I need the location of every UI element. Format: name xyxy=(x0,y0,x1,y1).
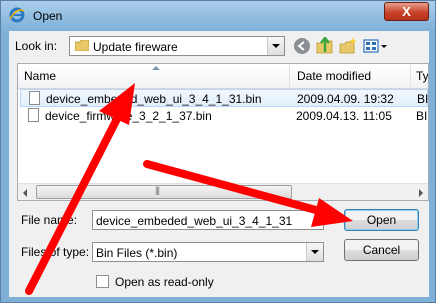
file-icon xyxy=(28,108,39,122)
column-header-date-modified[interactable]: Date modified xyxy=(297,69,371,83)
column-header-type[interactable]: Ty xyxy=(416,69,428,83)
file-name-label: File name: xyxy=(21,213,78,227)
open-dialog: Open X Look in: Update fireware Name Dat… xyxy=(0,0,436,303)
new-folder-icon[interactable] xyxy=(339,37,357,55)
column-header-name[interactable]: Name xyxy=(24,69,56,83)
scroll-right-icon[interactable] xyxy=(412,184,428,200)
file-type-label: Files of type: xyxy=(21,245,90,259)
cancel-button[interactable]: Cancel xyxy=(344,239,419,261)
file-name-input[interactable]: device_embeded_web_ui_3_4_1_31 xyxy=(92,210,324,230)
horizontal-scrollbar[interactable] xyxy=(18,183,428,200)
column-divider[interactable] xyxy=(289,64,290,88)
window-title: Open xyxy=(33,9,63,23)
read-only-checkbox[interactable] xyxy=(96,275,109,288)
look-in-value: Update fireware xyxy=(93,40,178,54)
up-folder-icon[interactable] xyxy=(316,37,334,55)
folder-icon xyxy=(75,40,89,51)
scrollbar-thumb[interactable] xyxy=(36,185,292,199)
file-icon xyxy=(29,91,40,105)
look-in-label: Look in: xyxy=(15,39,58,53)
file-type: BI xyxy=(417,92,429,106)
file-row[interactable]: device_firmware_3_2_1_37.bin 2009.04.13.… xyxy=(20,107,428,125)
file-row-selected[interactable]: device_embeded_web_ui_3_4_1_31.bin 2009.… xyxy=(20,89,428,107)
title-bar[interactable]: Open X xyxy=(1,1,435,31)
internet-explorer-icon xyxy=(9,7,25,23)
file-type: BI xyxy=(416,109,428,123)
file-date: 2009.04.09. 19:32 xyxy=(297,92,394,106)
column-headers: Name Date modified Ty xyxy=(18,64,428,89)
close-icon: X xyxy=(402,4,411,19)
close-button[interactable]: X xyxy=(384,2,429,21)
column-divider[interactable] xyxy=(410,64,411,88)
file-type-dropdown[interactable]: Bin Files (*.bin) xyxy=(92,242,324,262)
sort-ascending-icon xyxy=(152,66,160,70)
chevron-down-icon[interactable] xyxy=(267,37,284,55)
read-only-label: Open as read-only xyxy=(115,275,214,289)
look-in-dropdown[interactable]: Update fireware xyxy=(69,36,285,56)
view-menu-icon[interactable] xyxy=(363,37,389,55)
file-list: Name Date modified Ty device_embeded_web… xyxy=(17,63,429,201)
file-name-value: device_embeded_web_ui_3_4_1_31 xyxy=(96,214,293,228)
file-name: device_firmware_3_2_1_37.bin xyxy=(45,109,212,123)
file-name: device_embeded_web_ui_3_4_1_31.bin xyxy=(46,92,262,106)
open-button[interactable]: Open xyxy=(344,209,419,231)
scroll-left-icon[interactable] xyxy=(18,184,34,200)
file-date: 2009.04.13. 11:05 xyxy=(296,109,392,123)
back-icon[interactable] xyxy=(293,37,311,55)
chevron-down-icon[interactable] xyxy=(306,243,323,261)
file-type-value: Bin Files (*.bin) xyxy=(96,246,178,260)
